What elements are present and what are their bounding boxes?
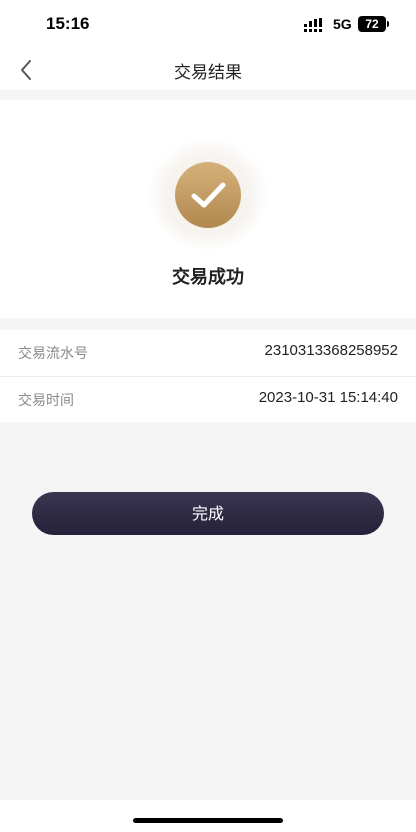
result-message: 交易成功 <box>172 267 244 288</box>
check-circle-icon <box>147 138 269 252</box>
time-label: 交易时间 <box>18 393 74 409</box>
time-value: 2023-10-31 15:14:40 <box>258 389 398 406</box>
home-indicator[interactable] <box>133 818 283 823</box>
serial-value: 2310313368258952 <box>264 342 398 359</box>
detail-row-time: 交易时间 2023-10-31 15:14:40 <box>0 376 416 422</box>
status-time: 15:16 <box>46 14 90 33</box>
details-list: 交易流水号 2310313368258952 交易时间 2023-10-31 1… <box>0 330 416 422</box>
done-button[interactable]: 完成 <box>32 492 384 535</box>
result-card: 交易成功 <box>0 100 416 318</box>
battery-level: 72 <box>365 17 379 31</box>
nav-bar: 交易结果 <box>0 48 416 90</box>
page-title: 交易结果 <box>174 63 242 83</box>
signal-icon <box>304 18 322 32</box>
network-type: 5G <box>333 16 352 32</box>
bottom-strip <box>0 800 416 832</box>
battery-cap <box>387 21 389 27</box>
detail-row-serial: 交易流水号 2310313368258952 <box>0 330 416 376</box>
serial-label: 交易流水号 <box>18 346 88 362</box>
status-bar: 15:16 5G 72 <box>0 0 416 48</box>
battery-icon: 72 <box>358 16 386 32</box>
trade-result-screen: 15:16 5G 72 交易结果 交易成功 交易流水号 231031336825… <box>0 0 416 832</box>
